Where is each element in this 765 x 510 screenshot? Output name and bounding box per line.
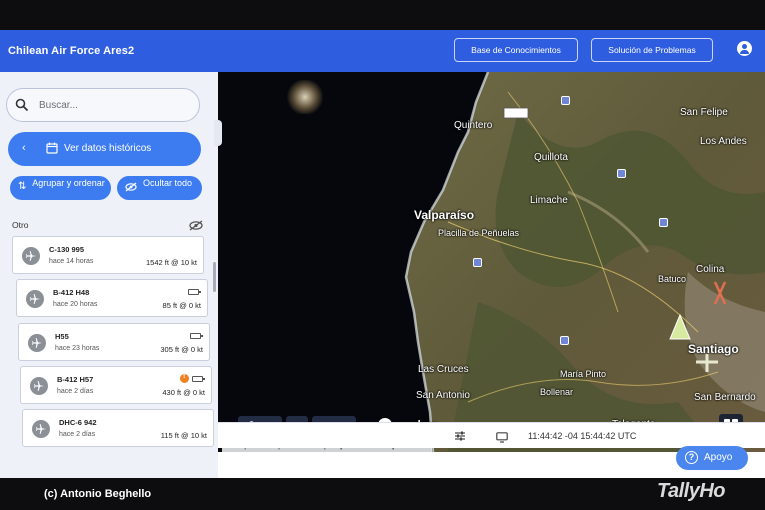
filter-sliders-icon[interactable]: [454, 429, 466, 447]
aircraft-last-seen: hace 23 horas: [55, 345, 100, 352]
group-sort-label: Agrupar y ordenar: [32, 178, 105, 188]
app-title: Chilean Air Force Ares2: [8, 45, 135, 57]
history-button-label: Ver datos históricos: [64, 143, 152, 154]
route-shield-icon: [659, 218, 668, 227]
aircraft-card[interactable]: B-412 H57 hace 2 días 430 ft @ 0 kt: [20, 366, 212, 404]
aircraft-name: C-130 995: [49, 245, 85, 254]
battery-icon: [188, 289, 201, 295]
support-button[interactable]: ? Apoyo: [676, 446, 748, 470]
calendar-icon: [46, 142, 58, 157]
eye-off-icon: [125, 182, 137, 194]
map-place-label: Bollenar: [540, 387, 574, 397]
map-view[interactable]: Quintero San Felipe Los Andes Quillota Limac…: [218, 72, 765, 452]
sidebar-scrollbar[interactable]: [213, 262, 216, 292]
route-shield-icon: [473, 258, 482, 267]
troubleshooting-button[interactable]: Solución de Problemas: [591, 38, 713, 62]
help-icon: ?: [685, 451, 698, 464]
aircraft-card[interactable]: DHC-6 942 hace 2 días 115 ft @ 10 kt: [22, 409, 214, 447]
map-place-label: Quillota: [534, 152, 568, 163]
map-place-label: San Bernardo: [694, 392, 756, 403]
route-shield-icon: [560, 336, 569, 345]
map-place-label: Quintero: [454, 120, 493, 131]
map-place-label: San Antonio: [416, 390, 470, 401]
top-bar: Chilean Air Force Ares2 Base de Conocimi…: [0, 30, 765, 72]
aircraft-icon: [32, 420, 50, 438]
user-account-icon[interactable]: [737, 41, 752, 56]
group-visibility-icon[interactable]: [189, 218, 203, 236]
hide-all-button[interactable]: Ocultar todo: [117, 176, 202, 200]
aircraft-name: DHC-6 942: [59, 418, 97, 427]
status-bar: 11:44:42 -04 15:44:42 UTC: [218, 422, 765, 448]
sidebar-footer: [0, 452, 218, 478]
aircraft-card[interactable]: H55 hace 23 horas 305 ft @ 0 kt: [18, 323, 210, 361]
group-heading: Otro: [12, 220, 29, 230]
aircraft-altitude-speed: 430 ft @ 0 kt: [162, 388, 205, 397]
sidebar-collapse-handle[interactable]: [214, 120, 222, 146]
photo-credit: (c) Antonio Beghello: [44, 488, 152, 500]
knowledge-base-button[interactable]: Base de Conocimientos: [454, 38, 578, 62]
photo-frame: Chilean Air Force Ares2 Base de Conocimi…: [0, 0, 765, 510]
battery-icon: [190, 333, 203, 339]
search-box[interactable]: [6, 88, 200, 122]
route-shield-icon: [561, 96, 570, 105]
aircraft-card[interactable]: B-412 H48 hace 20 horas 85 ft @ 0 kt: [16, 279, 208, 317]
map-place-label: Colina: [696, 264, 725, 275]
map-place-label: San Felipe: [680, 107, 728, 118]
support-button-label: Apoyo: [704, 452, 733, 463]
map-place-label: Los Andes: [700, 136, 747, 147]
aircraft-last-seen: hace 2 días: [57, 388, 94, 395]
route-shield-icon: [617, 169, 626, 178]
map-place-label: María Pinto: [560, 369, 607, 379]
map-place-label: Batuco: [658, 274, 687, 284]
aircraft-altitude-speed: 115 ft @ 10 kt: [160, 431, 207, 440]
search-icon: [15, 98, 29, 117]
aircraft-icon: [30, 377, 48, 395]
map-place-label: Las Cruces: [418, 364, 469, 375]
map-place-label: Placilla de Peñuelas: [438, 228, 520, 238]
hide-all-label: Ocultar todo: [142, 178, 193, 188]
aircraft-last-seen: hace 2 días: [59, 431, 96, 438]
monitor-icon[interactable]: [496, 430, 508, 448]
group-sort-button[interactable]: ⇅ Agrupar y ordenar: [10, 176, 111, 200]
aircraft-name: B-412 H48: [53, 288, 90, 297]
aircraft-altitude-speed: 85 ft @ 0 kt: [162, 301, 201, 310]
sort-icon: ⇅: [18, 181, 27, 192]
sidebar: ‹ Ver datos históricos ⇅ Agrupar y orden…: [0, 72, 218, 452]
aircraft-last-seen: hace 20 horas: [53, 301, 98, 308]
brand-watermark: TallyHo: [657, 480, 726, 502]
time-range-text: 11:44:42 -04 15:44:42 UTC: [528, 431, 637, 441]
aircraft-name: B-412 H57: [57, 375, 94, 384]
aircraft-icon: [22, 247, 40, 265]
map-place-label: Santiago: [688, 342, 739, 356]
alert-icon: [180, 373, 189, 383]
battery-icon: [192, 376, 205, 382]
app-screen: Chilean Air Force Ares2 Base de Conocimi…: [0, 30, 765, 478]
screen-glare: [287, 80, 323, 114]
map-place-label: Valparaíso: [414, 208, 475, 222]
aircraft-icon: [26, 290, 44, 308]
aircraft-altitude-speed: 1542 ft @ 10 kt: [146, 258, 197, 267]
chevron-left-icon: ‹: [22, 142, 26, 154]
history-button[interactable]: ‹ Ver datos históricos: [8, 132, 201, 166]
aircraft-last-seen: hace 14 horas: [49, 258, 94, 265]
aircraft-icon: [28, 334, 46, 352]
aircraft-name: H55: [55, 332, 69, 341]
map-place-label: Limache: [530, 195, 568, 206]
aircraft-card[interactable]: C-130 995 hace 14 horas 1542 ft @ 10 kt: [12, 236, 204, 274]
search-input[interactable]: [39, 97, 189, 113]
aircraft-altitude-speed: 305 ft @ 0 kt: [160, 345, 203, 354]
